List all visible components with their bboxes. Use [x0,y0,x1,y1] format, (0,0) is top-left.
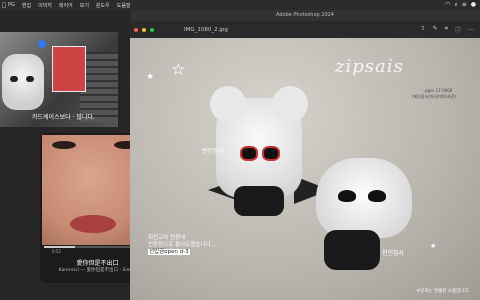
plush-body [234,186,284,216]
menu-item-6[interactable]: 윈도우 [96,2,110,9]
photoshop-window: Adobe Photoshop 2024 IMG_1080_2.jpg ⇪ ✎ … [130,10,480,300]
file-tab[interactable]: IMG_1080_2.jpg [184,27,228,33]
label-doll-a: 변인집사 [202,148,225,155]
credit-note: ※날개는 연출된 소품입니다. [416,289,470,294]
share-icon[interactable]: ⇪ [421,25,426,34]
caption-line-1: 회전교자 천원네 [148,235,186,241]
note-line-1: pgcs 17-0000 [425,88,453,93]
info-icon[interactable]: ⓘ [455,25,461,34]
image-canvas[interactable]: ★ ★ ★ zipsais pgcs 17-0000 (제진집사/미사/미미/사… [130,38,480,300]
menu-item-4[interactable]: 레이어 [59,2,73,9]
user-icon[interactable]: ● [471,1,476,9]
menu-item-3[interactable]: 이미지 [38,2,52,9]
caption-line-3: 선입금open d-3 [148,249,190,255]
plush-doll-a [210,86,308,216]
photo-thumbnail[interactable]: 카드케이스보다 · 많니다. [0,32,118,127]
star-icon-small: ★ [430,242,437,250]
more-icon[interactable]: … [468,25,474,34]
plush-eye-left [240,146,258,161]
plush-doll-b [316,158,412,270]
plush-ear-left [210,86,246,122]
card-case-photo [52,46,86,92]
thumbnail-caption: 카드케이스보다 · 많니다. [32,114,95,121]
maximize-button[interactable] [150,27,154,32]
menu-bar:  PG 편집 이미지 레이어 보기 윈도우 도움말 ◠ ⌕ ≡ ● [0,0,480,10]
caption-line-2: 빈장원으로 돌아오겠습니다... [148,242,216,248]
wifi-icon[interactable]: ◠ [445,1,450,9]
progress-fill [44,246,76,248]
toolbar-icons: ⇪ ✎ ⌗ ⓘ … [421,25,474,34]
note-line-2: (제진집사/미사/미미/사진) [412,94,456,99]
signature-doodle: zipsais [335,56,404,77]
minimize-button[interactable] [142,27,146,32]
system-tray: ◠ ⌕ ≡ ● [445,1,476,9]
plush-ear-right [272,86,308,122]
star-outline-icon: ★ [172,62,185,79]
close-button[interactable] [134,27,138,32]
selection-dot-icon [38,40,46,48]
search-icon[interactable]: ⌕ [454,1,457,9]
edit-icon[interactable]: ✎ [433,25,438,34]
caption-text-block: 회전교자 천원네 빈장원으로 돌아오겠습니다... 선입금open d-3 [148,235,216,256]
plush-eye-right [262,146,280,161]
star-icon: ★ [146,72,155,82]
menu-item-2[interactable]: 편집 [22,2,31,9]
menu-item-5[interactable]: 보기 [80,2,89,9]
window-title: Adobe Photoshop 2024 [130,10,480,21]
menu-item-1[interactable]: PG [8,2,15,8]
time-elapsed: 0:52 [52,249,61,254]
plush-photo [2,54,44,110]
menu-item-7[interactable]: 도움말 [117,2,131,9]
plush-b-eye-left [338,190,356,202]
document-toolbar: IMG_1080_2.jpg ⇪ ✎ ⌗ ⓘ … [130,21,480,38]
apple-icon[interactable]:  [0,2,8,9]
control-center-icon[interactable]: ≡ [462,1,467,9]
cover-lips [70,215,116,233]
plush-b-eye-right [368,190,386,202]
cover-eye-left [52,141,76,149]
crop-icon[interactable]: ⌗ [445,25,448,34]
plush-b-body [324,230,380,270]
label-doll-b: 천인집사 [382,250,405,257]
